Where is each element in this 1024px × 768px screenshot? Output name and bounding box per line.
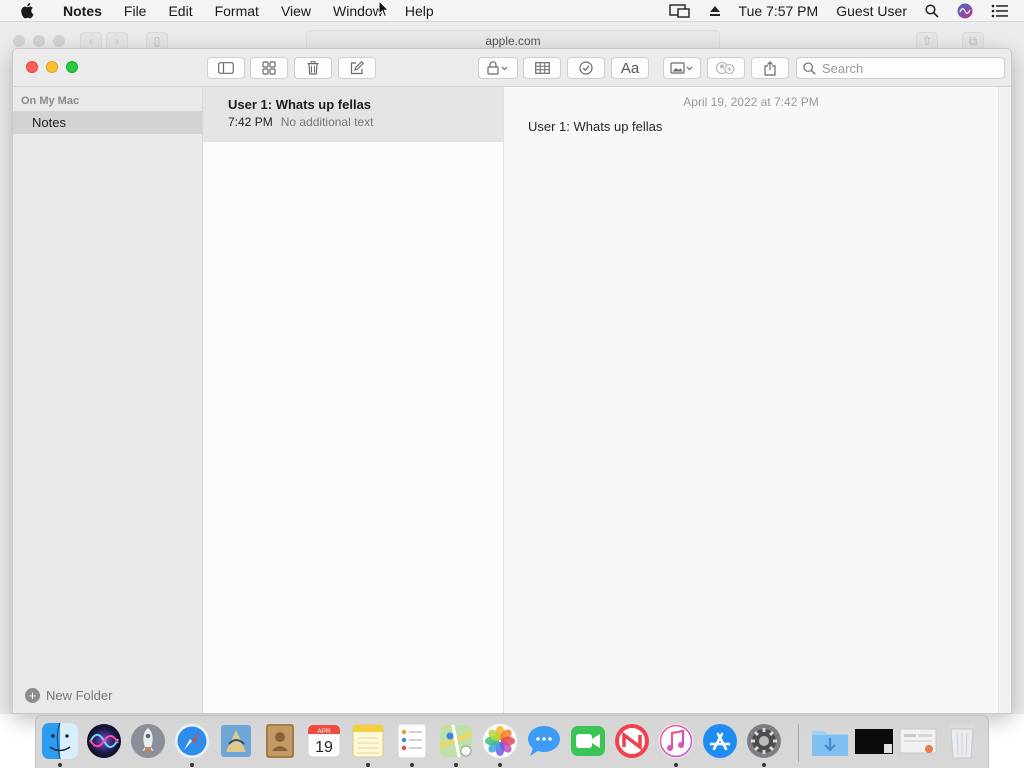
share-icon [764,60,776,76]
menu-edit[interactable]: Edit [157,0,203,22]
spotlight-search-icon[interactable] [916,0,948,22]
plus-circle-icon: + [25,688,40,703]
sidebar-item-notes[interactable]: Notes [13,111,202,134]
screenshot-folder-icon[interactable] [854,721,894,761]
note-body-text[interactable]: User 1: Whats up fellas [528,119,662,134]
note-title: User 1: Whats up fellas [228,97,372,112]
dock-separator [798,724,799,762]
contacts-icon[interactable] [260,721,300,761]
mail-icon[interactable] [216,721,256,761]
note-meta: 7:42 PM No additional text [228,115,503,129]
app-menu-notes[interactable]: Notes [52,0,113,22]
new-folder-button[interactable]: + New Folder [25,688,112,703]
note-editor[interactable]: April 19, 2022 at 7:42 PM User 1: Whats … [504,87,998,713]
reminders-icon[interactable] [392,721,432,761]
menu-file[interactable]: File [113,0,158,22]
menubar-user[interactable]: Guest User [827,0,916,22]
gallery-view-button[interactable] [250,57,288,79]
apple-menu-icon[interactable] [18,0,38,22]
close-button[interactable] [26,61,38,73]
documents-folder-icon[interactable] [898,721,938,761]
reminders-running-indicator [410,763,414,767]
notes-icon[interactable] [348,721,388,761]
siri-icon[interactable] [84,721,124,761]
calendar-month: APR [317,728,331,735]
zoom-button[interactable] [66,61,78,73]
calendar-icon[interactable]: APR 19 [304,721,344,761]
siri-menubar-icon[interactable] [948,0,982,22]
notes-toolbar: Aa [13,49,1011,87]
trash-icon[interactable] [942,721,982,761]
menu-help[interactable]: Help [394,0,445,22]
photos-running-indicator [498,763,502,767]
finder-icon[interactable] [40,721,80,761]
music-running-indicator [674,763,678,767]
note-preview: No additional text [280,115,374,129]
mouse-cursor-icon [378,0,390,21]
photo-icon [670,61,693,74]
dock: APR 19 [35,715,989,768]
folders-sidebar: On My Mac Notes + New Folder [13,87,203,713]
add-person-icon [716,61,735,75]
calendar-day: 19 [315,739,333,756]
app-store-icon[interactable] [700,721,740,761]
sidebar-section-title: On My Mac [21,95,80,107]
share-button[interactable] [751,57,789,79]
bg-zoom-icon [53,35,65,47]
eject-icon[interactable] [700,0,730,22]
minimize-button[interactable] [46,61,58,73]
facetime-icon[interactable] [568,721,608,761]
music-icon[interactable] [656,721,696,761]
menubar-clock[interactable]: Tue 7:57 PM [730,0,828,22]
add-people-button[interactable] [707,57,745,79]
lock-icon [487,61,508,75]
note-list: User 1: Whats up fellas 7:42 PM No additi… [203,87,504,713]
search-input[interactable] [822,60,992,76]
note-date: April 19, 2022 at 7:42 PM [683,95,819,109]
format-button[interactable]: Aa [611,57,649,79]
search-field[interactable] [796,57,1005,79]
news-icon[interactable] [612,721,652,761]
menu-format[interactable]: Format [204,0,270,22]
editor-scroll-gutter [998,87,1011,713]
notes-running-indicator [366,763,370,767]
launchpad-icon[interactable] [128,721,168,761]
new-folder-label: New Folder [46,688,113,703]
delete-note-button[interactable] [294,57,332,79]
text-format-icon: Aa [620,59,640,77]
media-button[interactable] [663,57,701,79]
sidebar-icon [218,62,234,74]
bg-close-icon [13,35,25,47]
table-button[interactable] [523,57,561,79]
airplay-display-icon[interactable] [660,0,700,22]
compose-icon [350,61,364,75]
toggle-sidebar-button[interactable] [207,57,245,79]
search-icon [803,61,816,75]
trash-icon [307,61,319,75]
lock-note-button[interactable] [478,57,518,79]
checkmark-circle-icon [579,61,593,75]
new-note-button[interactable] [338,57,376,79]
checklist-button[interactable] [567,57,605,79]
list-item[interactable]: User 1: Whats up fellas 7:42 PM No additi… [203,87,503,142]
maps-running-indicator [454,763,458,767]
notification-center-icon[interactable] [982,0,1018,22]
grid-icon [262,61,276,75]
finder-running-indicator [58,763,62,767]
menu-bar: Notes File Edit Format View Window Help … [0,0,1024,22]
photos-icon[interactable] [480,721,520,761]
notes-window: Aa On My Mac Notes + New Folder User 1: … [12,48,1012,714]
safari-running-indicator [190,763,194,767]
downloads-icon[interactable] [810,721,850,761]
table-icon [534,62,550,74]
messages-icon[interactable] [524,721,564,761]
safari-icon[interactable] [172,721,212,761]
bg-minimize-icon [33,35,45,47]
menu-view[interactable]: View [270,0,322,22]
system-preferences-running-indicator [762,763,766,767]
system-preferences-icon[interactable] [744,721,784,761]
maps-icon[interactable] [436,721,476,761]
note-time: 7:42 PM [228,115,273,129]
